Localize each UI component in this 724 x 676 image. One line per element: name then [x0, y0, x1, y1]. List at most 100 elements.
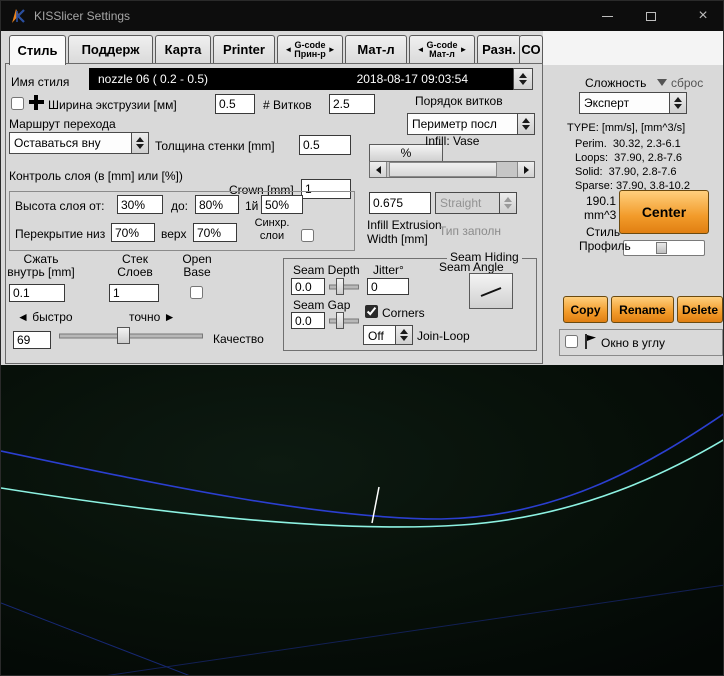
tab-gcode-material[interactable]: ◄ G-codeМат-л ► — [409, 35, 475, 63]
seam-angle-button[interactable] — [469, 273, 513, 309]
tab-printer[interactable]: Printer — [213, 35, 275, 63]
infill-vase-scrollbar[interactable] — [369, 161, 535, 178]
close-icon: × — [698, 8, 707, 24]
copy-button[interactable]: Copy — [563, 296, 608, 323]
tab-misc[interactable]: Разн. — [477, 35, 521, 63]
infill-type-combo[interactable]: Straight — [435, 192, 517, 214]
style-name-combo[interactable]: nozzle 06 ( 0.2 - 0.5) 2018-08-17 09:03:… — [89, 68, 513, 90]
tabstrip-background — [543, 31, 724, 65]
add-style-icon[interactable] — [29, 95, 44, 110]
stepper-down-icon — [519, 80, 527, 85]
tab-co[interactable]: СО — [519, 35, 543, 63]
inset-label: Сжатьвнутрь [mm] — [5, 253, 77, 279]
wall-thickness-input[interactable] — [299, 135, 351, 155]
join-loop-combo[interactable]: Off — [363, 325, 413, 345]
stepper-up-icon — [519, 73, 527, 78]
tab-map[interactable]: Карта — [155, 35, 211, 63]
travel-path-label: Маршрут перехода — [9, 117, 116, 131]
type-header: TYPE: [mm/s], [mm^3/s] — [567, 121, 685, 135]
flag-icon — [583, 333, 598, 350]
app-logo-icon — [9, 7, 27, 25]
profile-side-label: Профиль — [579, 239, 631, 253]
loop-order-combo[interactable]: Периметр посл — [407, 113, 535, 135]
open-base-label: OpenBase — [173, 253, 221, 279]
first-layer-label: 1й — [245, 199, 258, 213]
rename-button[interactable]: Rename — [611, 296, 674, 323]
overlap-up-label: верх — [161, 227, 186, 241]
stack-layers-label: СтекСлоев — [105, 253, 165, 279]
infill-type-label: Тип заполн — [439, 224, 501, 238]
complexity-combo[interactable]: Эксперт — [579, 92, 687, 114]
inset-input[interactable] — [9, 284, 65, 302]
style-name-label: Имя стиля — [11, 75, 69, 89]
slider-handle[interactable] — [336, 312, 344, 329]
layer-height-to-input[interactable] — [195, 195, 239, 214]
quality-value-input[interactable] — [13, 331, 51, 349]
overlap-up-input[interactable] — [193, 223, 237, 242]
3d-viewport[interactable] — [1, 365, 724, 676]
combo-stepper-icon — [395, 326, 412, 344]
slider-handle[interactable] — [656, 242, 667, 254]
center-button[interactable]: Center — [619, 190, 709, 234]
complexity-label: Сложность — [585, 76, 646, 90]
extrusion-width-input[interactable] — [215, 94, 255, 114]
infill-extrusion-label-1: Infill Extrusion — [367, 218, 442, 232]
seam-gap-slider[interactable] — [327, 312, 361, 329]
style-name-stepper[interactable] — [513, 68, 533, 90]
type-line-perim: Perim. 30.32, 2.3-6.1 — [575, 137, 681, 151]
close-button[interactable]: × — [681, 1, 724, 31]
tab-support[interactable]: Поддерж — [68, 35, 153, 63]
quality-precise-label: точно ► — [129, 310, 176, 324]
slider-handle[interactable] — [117, 327, 130, 344]
jitter-label: Jitter° — [373, 263, 404, 277]
reset-dropdown-icon[interactable] — [657, 79, 667, 86]
tab-gcode-printer[interactable]: ◄ G-codeПрин-р ► — [277, 35, 343, 63]
seam-depth-slider[interactable] — [327, 278, 361, 295]
volume-value: 190.1 — [586, 194, 616, 208]
seam-gap-input[interactable] — [291, 312, 325, 329]
tab-style[interactable]: Стиль — [9, 35, 66, 65]
minimize-button[interactable] — [585, 1, 629, 31]
style-name-value: nozzle 06 ( 0.2 - 0.5) — [90, 72, 357, 86]
wall-thickness-label: Толщина стенки [mm] — [155, 139, 275, 153]
sync-layers-checkbox[interactable] — [301, 229, 314, 242]
right-arrow-icon: ► — [328, 45, 336, 54]
layer-height-from-label: Высота слоя от: — [15, 199, 104, 213]
corner-window-checkbox[interactable] — [565, 335, 578, 348]
corners-checkbox[interactable] — [365, 305, 378, 318]
corners-label: Corners — [382, 306, 425, 320]
window-title: KISSlicer Settings — [34, 9, 130, 23]
style-select-checkbox[interactable] — [11, 97, 24, 110]
left-arrow-icon: ◄ — [417, 45, 425, 54]
sync-layers-label: Синхр.слои — [247, 217, 297, 243]
infill-vase-label: Infill: Vase — [425, 134, 479, 148]
seam-depth-input[interactable] — [291, 278, 325, 295]
first-layer-input[interactable] — [261, 195, 303, 214]
loops-input[interactable] — [329, 94, 375, 114]
volume-unit: mm^3 — [584, 208, 616, 222]
join-loop-label: Join-Loop — [417, 329, 470, 343]
open-base-checkbox[interactable] — [190, 286, 203, 299]
travel-path-combo[interactable]: Оставаться вну — [9, 132, 149, 154]
tab-material[interactable]: Мат-л — [345, 35, 407, 63]
maximize-button[interactable] — [629, 1, 673, 31]
scrollbar-thumb[interactable] — [389, 162, 497, 177]
slider-handle[interactable] — [336, 278, 344, 295]
quality-label: Качество — [213, 332, 264, 346]
style-timestamp: 2018-08-17 09:03:54 — [357, 72, 512, 86]
reset-label[interactable]: сброс — [671, 76, 703, 90]
infill-extrusion-width-input[interactable] — [369, 192, 431, 214]
layer-height-from-input[interactable] — [117, 195, 163, 214]
overlap-low-input[interactable] — [111, 223, 155, 242]
profile-mini-slider[interactable] — [623, 240, 705, 256]
kisslicer-settings-window: KISSlicer Settings × Стиль Поддерж Карта… — [0, 0, 724, 676]
loops-label: # Витков — [263, 98, 312, 112]
infill-extrusion-label-2: Width [mm] — [367, 232, 428, 246]
delete-button[interactable]: Delete — [677, 296, 723, 323]
seam-depth-label: Seam Depth — [293, 263, 360, 277]
quality-slider[interactable] — [57, 327, 205, 344]
jitter-input[interactable] — [367, 278, 409, 295]
scroll-right-icon[interactable] — [517, 162, 534, 177]
scroll-left-icon[interactable] — [370, 162, 387, 177]
stack-layers-input[interactable] — [109, 284, 159, 302]
